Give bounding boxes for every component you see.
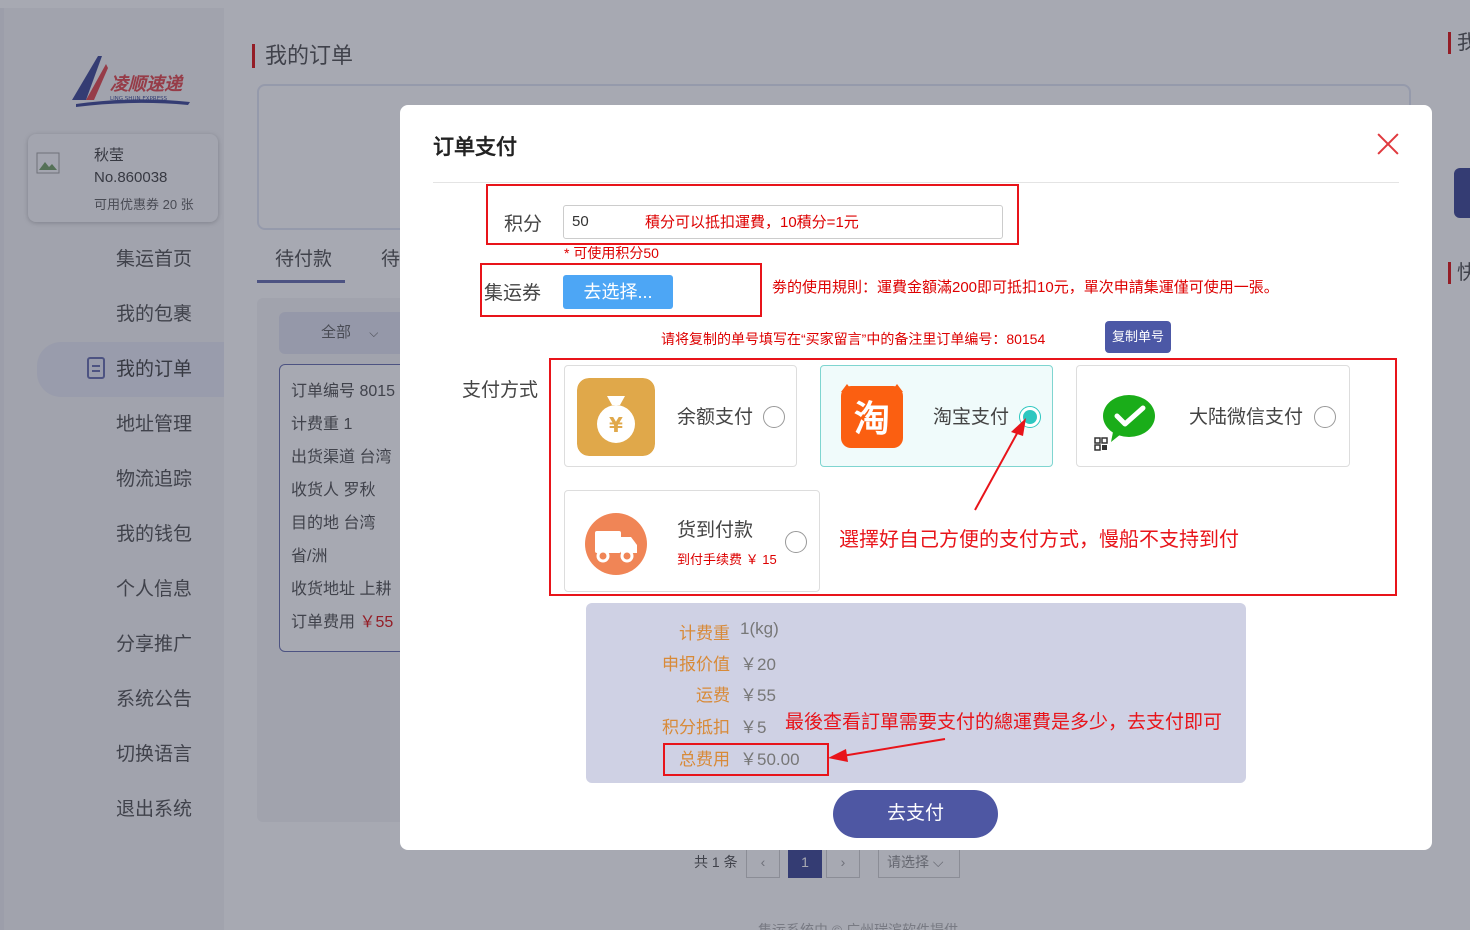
coupon-rule-annotation: 劵的使用規則：運費金額滿200即可抵扣10元，單次申請集運僅可使用一張。 — [772, 279, 1279, 296]
annotation-box-payment — [549, 358, 1397, 596]
close-icon[interactable] — [1375, 131, 1401, 157]
annotation-box-points — [486, 184, 1019, 245]
annotation-box-total — [663, 743, 829, 776]
summary-key: 申报价值 — [662, 655, 730, 674]
modal-divider — [433, 182, 1399, 183]
summary-value: ￥5 — [740, 718, 767, 737]
summary-key: 积分抵扣 — [662, 718, 730, 737]
summary-value: 1(kg) — [740, 619, 779, 638]
summary-key: 计费重 — [679, 624, 730, 643]
copy-order-number-button[interactable]: 复制单号 — [1105, 321, 1171, 353]
summary-key: 运费 — [696, 686, 730, 705]
pay-button[interactable]: 去支付 — [833, 790, 998, 838]
annotation-box-coupon — [480, 263, 762, 317]
summary-value: ￥55 — [740, 686, 776, 705]
summary-value: ￥20 — [740, 655, 776, 674]
payment-annotation-text: 選擇好自己方便的支付方式，慢船不支持到付 — [839, 529, 1239, 551]
payment-method-label: 支付方式 — [462, 380, 539, 401]
copy-order-tip: 请将复制的单号填写在“买家留言”中的备注里订单编号：80154 — [661, 331, 1046, 347]
summary-row-weight: 计费重 1(kg) — [586, 619, 926, 643]
modal-title: 订单支付 — [433, 136, 517, 159]
summary-annotation-text: 最後查看訂單需要支付的總運費是多少，去支付即可 — [785, 712, 1223, 733]
summary-row-shipping: 运费 ￥55 — [586, 681, 926, 705]
summary-row-declared-value: 申报价值 ￥20 — [586, 650, 926, 674]
points-available: * 可使用积分50 — [564, 245, 659, 261]
